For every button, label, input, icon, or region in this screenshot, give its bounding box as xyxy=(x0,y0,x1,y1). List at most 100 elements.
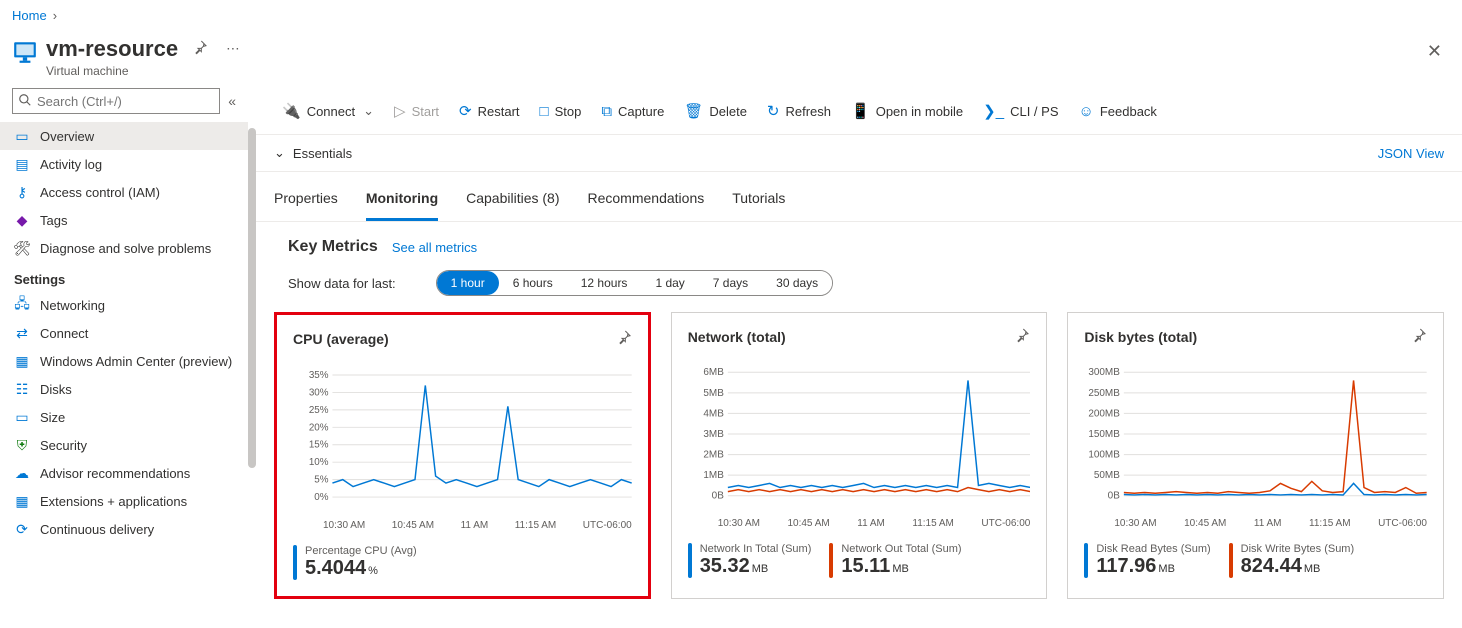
json-view-link[interactable]: JSON View xyxy=(1378,146,1444,161)
svg-text:5MB: 5MB xyxy=(703,388,724,399)
sidebar-item-security[interactable]: ⛨Security xyxy=(0,431,248,459)
cli-button[interactable]: ❯_ CLI / PS xyxy=(975,96,1066,126)
legend-color-bar xyxy=(1084,543,1088,578)
chart[interactable]: 0B1MB2MB3MB4MB5MB6MB xyxy=(692,356,1031,516)
chart[interactable]: 0%5%10%15%20%25%30%35% xyxy=(297,358,632,518)
sidebar-item-diagnose[interactable]: 🛠Diagnose and solve problems xyxy=(0,234,248,262)
connect-button[interactable]: 🔌Connect⌄ xyxy=(274,96,382,126)
tab-tutorials[interactable]: Tutorials xyxy=(732,182,785,221)
feedback-icon: ☺ xyxy=(1079,103,1094,120)
key-metrics-heading: Key Metrics xyxy=(288,238,378,256)
start-button[interactable]: ▷Start xyxy=(386,96,447,126)
time-pill-7d[interactable]: 7 days xyxy=(699,271,762,295)
collapse-sidebar-button[interactable]: « xyxy=(228,93,236,109)
legend-item: Network In Total (Sum)35.32MB xyxy=(688,543,812,578)
chart-legend: Disk Read Bytes (Sum)117.96MBDisk Write … xyxy=(1084,543,1427,578)
pin-button[interactable] xyxy=(188,35,212,62)
chart-legend: Percentage CPU (Avg)5.4044% xyxy=(293,545,632,580)
connect-icon: ⇄ xyxy=(14,325,30,341)
restart-icon: ⟳ xyxy=(459,102,472,120)
sidebar-item-overview[interactable]: ▭Overview xyxy=(0,122,248,150)
legend-label: Percentage CPU (Avg) xyxy=(305,545,417,557)
toolbar-label: Connect xyxy=(307,104,355,119)
time-pill-30d[interactable]: 30 days xyxy=(762,271,832,295)
tab-properties[interactable]: Properties xyxy=(274,182,338,221)
restart-button[interactable]: ⟳Restart xyxy=(451,96,527,126)
see-all-metrics-link[interactable]: See all metrics xyxy=(392,240,477,255)
sidebar-item-wac[interactable]: ▦Windows Admin Center (preview) xyxy=(0,347,248,375)
svg-text:10%: 10% xyxy=(309,457,329,468)
pin-chart-button[interactable] xyxy=(1014,327,1030,346)
sidebar-item-activity-log[interactable]: ▤Activity log xyxy=(0,150,248,178)
toolbar-label: Delete xyxy=(709,104,747,119)
essentials-toggle[interactable]: ⌄ Essentials xyxy=(274,145,352,161)
page-title: vm-resource xyxy=(46,36,178,62)
svg-text:5%: 5% xyxy=(314,475,328,486)
resource-header: vm-resource ⋯ Virtual machine ✕ xyxy=(0,31,1462,88)
svg-text:300MB: 300MB xyxy=(1089,367,1121,378)
sidebar-item-label: Size xyxy=(40,410,65,425)
stop-icon: □ xyxy=(540,103,549,120)
metric-cards: CPU (average) 0%5%10%15%20%25%30%35% 10:… xyxy=(256,312,1462,599)
pin-chart-button[interactable] xyxy=(1411,327,1427,346)
time-pill-6h[interactable]: 6 hours xyxy=(499,271,567,295)
sidebar-item-networking[interactable]: 🖧Networking xyxy=(0,291,248,319)
svg-text:150MB: 150MB xyxy=(1089,429,1121,440)
tabs: Properties Monitoring Capabilities (8) R… xyxy=(256,172,1462,222)
people-icon: ⚷ xyxy=(14,184,30,200)
legend-item: Disk Write Bytes (Sum)824.44MB xyxy=(1229,543,1354,578)
svg-text:3MB: 3MB xyxy=(703,429,724,440)
svg-text:20%: 20% xyxy=(309,422,329,433)
pin-chart-button[interactable] xyxy=(616,329,632,348)
tab-monitoring[interactable]: Monitoring xyxy=(366,182,438,221)
tab-capabilities[interactable]: Capabilities (8) xyxy=(466,182,559,221)
sidebar-item-access-control[interactable]: ⚷Access control (IAM) xyxy=(0,178,248,206)
chevron-down-icon: ⌄ xyxy=(274,145,285,161)
search-input[interactable] xyxy=(12,88,220,114)
tab-recommendations[interactable]: Recommendations xyxy=(588,182,705,221)
wrench-icon: 🛠 xyxy=(14,240,30,256)
time-pill-1d[interactable]: 1 day xyxy=(641,271,698,295)
terminal-icon: ❯_ xyxy=(983,102,1004,120)
sidebar-item-size[interactable]: ▭Size xyxy=(0,403,248,431)
sidebar-item-label: Continuous delivery xyxy=(40,522,154,537)
toolbar-label: CLI / PS xyxy=(1010,104,1058,119)
sidebar-item-advisor[interactable]: ☁ Advisor recommendations xyxy=(0,459,248,487)
refresh-button[interactable]: ↻Refresh xyxy=(759,96,839,126)
legend-value: 824.44MB xyxy=(1241,555,1354,578)
card-title: Network (total) xyxy=(688,329,786,345)
sidebar-item-label: Advisor recommendations xyxy=(40,466,190,481)
breadcrumb-home[interactable]: Home xyxy=(12,8,47,23)
chart-x-axis: 10:30 AM10:45 AM11 AM11:15 AMUTC-06:00 xyxy=(688,516,1031,529)
sidebar: « ▭Overview ▤Activity log ⚷Access contro… xyxy=(0,88,256,628)
delete-button[interactable]: 🗑Delete xyxy=(676,96,755,126)
play-icon: ▷ xyxy=(394,102,406,120)
sidebar-scrollbar[interactable] xyxy=(248,128,256,558)
chart-x-axis: 10:30 AM10:45 AM11 AM11:15 AMUTC-06:00 xyxy=(293,518,632,531)
sidebar-item-disks[interactable]: ☷Disks xyxy=(0,375,248,403)
svg-text:6MB: 6MB xyxy=(703,367,724,378)
card-title: CPU (average) xyxy=(293,331,389,347)
sidebar-item-continuous-delivery[interactable]: ⟳Continuous delivery xyxy=(0,515,248,543)
sidebar-item-extensions[interactable]: ▦Extensions + applications xyxy=(0,487,248,515)
capture-button[interactable]: ⧉Capture xyxy=(593,97,672,126)
time-pill-12h[interactable]: 12 hours xyxy=(567,271,642,295)
stop-button[interactable]: □ Stop xyxy=(532,97,590,126)
sidebar-item-connect[interactable]: ⇄Connect xyxy=(0,319,248,347)
sidebar-item-label: Security xyxy=(40,438,87,453)
close-button[interactable]: ✕ xyxy=(1423,37,1446,66)
chart[interactable]: 0B50MB100MB150MB200MB250MB300MB xyxy=(1088,356,1427,516)
open-mobile-button[interactable]: 📱Open in mobile xyxy=(843,96,971,126)
more-button[interactable]: ⋯ xyxy=(222,37,243,61)
feedback-button[interactable]: ☺Feedback xyxy=(1071,97,1165,126)
svg-text:4MB: 4MB xyxy=(703,408,724,419)
time-pill-1h[interactable]: 1 hour xyxy=(437,271,499,295)
advisor-icon: ☁ xyxy=(14,465,30,481)
search-icon xyxy=(18,93,32,110)
toolbar-label: Stop xyxy=(555,104,582,119)
command-bar: 🔌Connect⌄ ▷Start ⟳Restart □ Stop ⧉Capture… xyxy=(256,88,1462,135)
legend-label: Network In Total (Sum) xyxy=(700,543,812,555)
svg-text:0B: 0B xyxy=(711,491,724,502)
svg-text:25%: 25% xyxy=(309,405,329,416)
sidebar-item-tags[interactable]: ◆Tags xyxy=(0,206,248,234)
